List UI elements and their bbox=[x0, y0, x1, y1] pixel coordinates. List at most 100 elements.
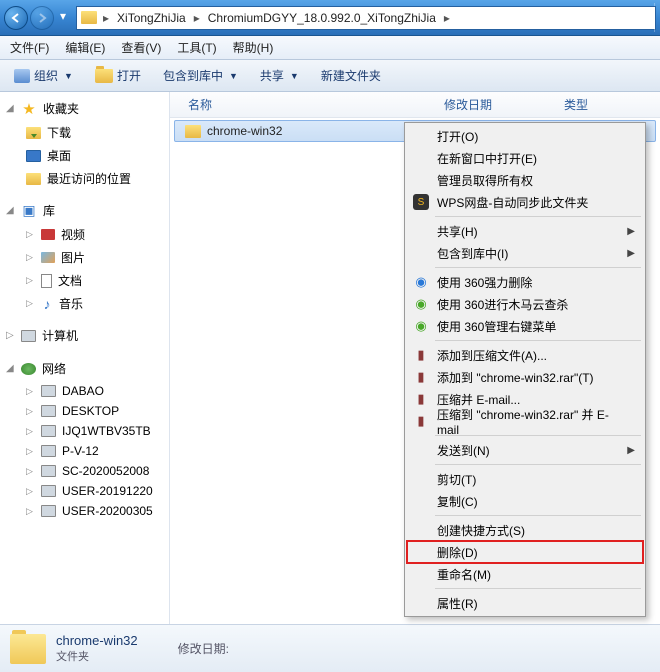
expand-icon: ◢ bbox=[6, 205, 15, 216]
submenu-arrow-icon: ▶ bbox=[627, 226, 635, 237]
folder-large-icon bbox=[10, 634, 46, 664]
ctx-label: 删除(D) bbox=[437, 544, 478, 561]
sidebar-network[interactable]: ◢ 网络 bbox=[0, 356, 169, 381]
organize-icon bbox=[14, 69, 30, 83]
status-name: chrome-win32 bbox=[56, 633, 138, 648]
chevron-right-icon: ▷ bbox=[26, 426, 35, 437]
ctx-label: 管理员取得所有权 bbox=[437, 172, 533, 189]
toolbar-organize[interactable]: 组织 ▼ bbox=[8, 65, 79, 86]
wps-icon: S bbox=[413, 194, 429, 210]
menu-tools[interactable]: 工具(T) bbox=[171, 37, 222, 58]
sidebar-item-pc[interactable]: ▷USER-20200305 bbox=[0, 501, 169, 521]
sidebar-computer-label: 计算机 bbox=[42, 327, 78, 344]
sidebar-item-label: USER-20200305 bbox=[62, 504, 153, 518]
ctx-send-to[interactable]: 发送到(N)▶ bbox=[407, 439, 643, 461]
chevron-down-icon: ▼ bbox=[64, 71, 73, 81]
breadcrumb-seg-2[interactable]: ChromiumDGYY_18.0.992.0_XiTongZhiJia bbox=[204, 11, 440, 25]
sidebar-item-label: 文档 bbox=[58, 272, 82, 289]
toolbar-include[interactable]: 包含到库中 ▼ bbox=[157, 65, 244, 86]
sidebar-item-label: DESKTOP bbox=[62, 404, 119, 418]
sidebar-item-recent[interactable]: 最近访问的位置 bbox=[0, 167, 169, 190]
sidebar-item-downloads[interactable]: 下载 bbox=[0, 121, 169, 144]
column-date[interactable]: 修改日期 bbox=[436, 96, 556, 113]
sidebar-item-label: 图片 bbox=[61, 249, 85, 266]
toolbar: 组织 ▼ 打开 包含到库中 ▼ 共享 ▼ 新建文件夹 bbox=[0, 60, 660, 92]
sidebar-item-videos[interactable]: ▷ 视频 bbox=[0, 223, 169, 246]
ctx-add-archive[interactable]: ▮添加到压缩文件(A)... bbox=[407, 344, 643, 366]
sidebar-favorites[interactable]: ◢ ★ 收藏夹 bbox=[0, 96, 169, 121]
chevron-down-icon: ▼ bbox=[290, 71, 299, 81]
ctx-label: 包含到库中(I) bbox=[437, 245, 508, 262]
column-type[interactable]: 类型 bbox=[556, 96, 596, 113]
address-bar[interactable]: ▸ XiTongZhiJia ▸ ChromiumDGYY_18.0.992.0… bbox=[76, 6, 656, 30]
nav-history-dropdown[interactable]: ▾ bbox=[56, 6, 70, 26]
file-list: 名称 修改日期 类型 chrome-win32 2020/5/29 9:24 文… bbox=[170, 92, 660, 624]
sidebar-item-pc[interactable]: ▷DABAO bbox=[0, 381, 169, 401]
menu-view[interactable]: 查看(V) bbox=[115, 37, 167, 58]
ctx-open-new-window[interactable]: 在新窗口中打开(E) bbox=[407, 147, 643, 169]
sidebar-item-pc[interactable]: ▷USER-20191220 bbox=[0, 481, 169, 501]
menubar: 文件(F) 编辑(E) 查看(V) 工具(T) 帮助(H) bbox=[0, 36, 660, 60]
ctx-separator bbox=[435, 464, 641, 465]
ctx-360-delete[interactable]: ◉使用 360强力删除 bbox=[407, 271, 643, 293]
nav-back-button[interactable] bbox=[4, 6, 28, 30]
toolbar-share[interactable]: 共享 ▼ bbox=[254, 65, 305, 86]
recent-icon bbox=[26, 173, 41, 185]
ctx-zip-rar-email[interactable]: ▮压缩到 "chrome-win32.rar" 并 E-mail bbox=[407, 410, 643, 432]
video-icon bbox=[41, 229, 55, 240]
toolbar-open[interactable]: 打开 bbox=[89, 65, 147, 86]
computer-icon bbox=[21, 330, 36, 342]
ctx-label: 剪切(T) bbox=[437, 471, 476, 488]
ctx-share[interactable]: 共享(H)▶ bbox=[407, 220, 643, 242]
ctx-wps-sync[interactable]: SWPS网盘-自动同步此文件夹 bbox=[407, 191, 643, 213]
ctx-copy[interactable]: 复制(C) bbox=[407, 490, 643, 512]
rar-mail-icon: ▮ bbox=[413, 391, 429, 407]
ctx-delete[interactable]: 删除(D) bbox=[407, 541, 643, 563]
library-icon: ▣ bbox=[21, 203, 37, 219]
column-name[interactable]: 名称 bbox=[180, 96, 436, 113]
chevron-right-icon: ▷ bbox=[26, 486, 35, 497]
menu-help[interactable]: 帮助(H) bbox=[227, 37, 280, 58]
ctx-360-menu[interactable]: ◉使用 360管理右键菜单 bbox=[407, 315, 643, 337]
rar-mail-icon: ▮ bbox=[413, 413, 429, 429]
breadcrumb-seg-1[interactable]: XiTongZhiJia bbox=[113, 11, 190, 25]
ctx-shortcut[interactable]: 创建快捷方式(S) bbox=[407, 519, 643, 541]
sidebar-item-pictures[interactable]: ▷图片 bbox=[0, 246, 169, 269]
sidebar-item-documents[interactable]: ▷文档 bbox=[0, 269, 169, 292]
ctx-rename[interactable]: 重命名(M) bbox=[407, 563, 643, 585]
ctx-separator bbox=[435, 340, 641, 341]
sidebar-item-music[interactable]: ▷♪音乐 bbox=[0, 292, 169, 315]
nav-forward-button[interactable] bbox=[30, 6, 54, 30]
sidebar-item-label: 视频 bbox=[61, 226, 85, 243]
folder-icon bbox=[81, 11, 97, 24]
toolbar-organize-label: 组织 bbox=[34, 67, 58, 84]
sidebar-item-pc[interactable]: ▷P-V-12 bbox=[0, 441, 169, 461]
folder-icon bbox=[185, 125, 201, 138]
menu-edit[interactable]: 编辑(E) bbox=[59, 37, 111, 58]
ctx-admin-ownership[interactable]: 管理员取得所有权 bbox=[407, 169, 643, 191]
sidebar-item-label: SC-2020052008 bbox=[62, 464, 149, 478]
ctx-properties[interactable]: 属性(R) bbox=[407, 592, 643, 614]
ctx-360-scan[interactable]: ◉使用 360进行木马云查杀 bbox=[407, 293, 643, 315]
sidebar-computer[interactable]: ▷ 计算机 bbox=[0, 323, 169, 348]
360-icon: ◉ bbox=[413, 274, 429, 290]
chevron-right-icon: ▷ bbox=[26, 406, 35, 417]
status-text: chrome-win32 文件夹 bbox=[56, 633, 138, 664]
sidebar-network-label: 网络 bbox=[42, 360, 66, 377]
ctx-add-rar[interactable]: ▮添加到 "chrome-win32.rar"(T) bbox=[407, 366, 643, 388]
sidebar-libraries[interactable]: ◢ ▣ 库 bbox=[0, 198, 169, 223]
ctx-include-library[interactable]: 包含到库中(I)▶ bbox=[407, 242, 643, 264]
ctx-open[interactable]: 打开(O) bbox=[407, 125, 643, 147]
ctx-label: 重命名(M) bbox=[437, 566, 491, 583]
expand-icon: ◢ bbox=[6, 103, 15, 114]
ctx-cut[interactable]: 剪切(T) bbox=[407, 468, 643, 490]
sidebar-item-pc[interactable]: ▷SC-2020052008 bbox=[0, 461, 169, 481]
menu-file[interactable]: 文件(F) bbox=[4, 37, 55, 58]
sidebar-item-pc[interactable]: ▷IJQ1WTBV35TB bbox=[0, 421, 169, 441]
chevron-right-icon: ▷ bbox=[26, 229, 35, 240]
picture-icon bbox=[41, 252, 55, 263]
rar-book-icon: ▮ bbox=[413, 369, 429, 385]
sidebar-item-desktop[interactable]: 桌面 bbox=[0, 144, 169, 167]
sidebar-item-pc[interactable]: ▷ DESKTOP bbox=[0, 401, 169, 421]
toolbar-newfolder[interactable]: 新建文件夹 bbox=[315, 65, 387, 86]
